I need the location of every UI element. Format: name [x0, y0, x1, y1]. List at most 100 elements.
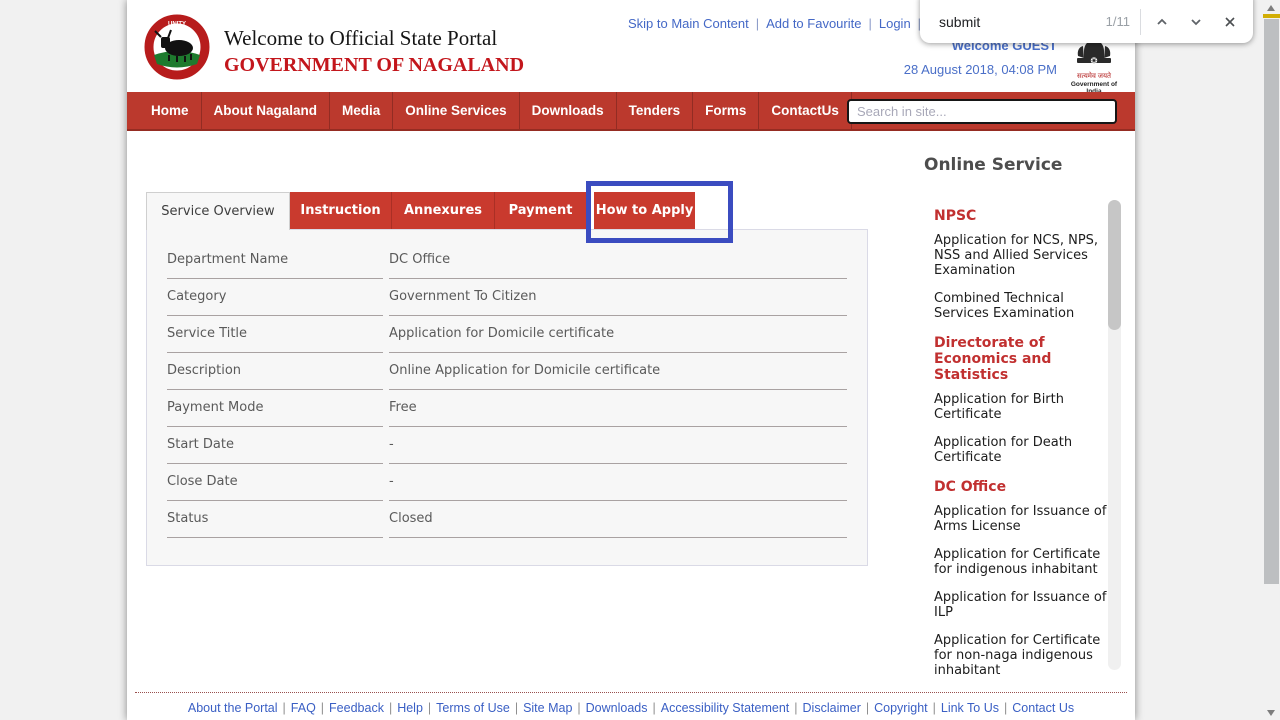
- top-link-login[interactable]: Login: [879, 16, 911, 31]
- top-link-skip-to-main-content[interactable]: Skip to Main Content: [628, 16, 749, 31]
- site-title: Welcome to Official State Portal GOVERNM…: [224, 26, 524, 77]
- table-row: Department NameDC Office: [167, 242, 847, 279]
- nav-items: HomeAbout NagalandMediaOnline ServicesDo…: [139, 92, 852, 129]
- table-row: Service TitleApplication for Domicile ce…: [167, 316, 847, 353]
- footer-link-site-map[interactable]: Site Map: [523, 701, 572, 715]
- portal-page: UNITY Welcome to Official State Portal G…: [127, 0, 1135, 720]
- tab-instruction[interactable]: Instruction: [290, 192, 391, 229]
- sidebar-link-application-for-birth-certificate[interactable]: Application for Birth Certificate: [934, 392, 1112, 422]
- nav-item-tenders[interactable]: Tenders: [617, 92, 694, 129]
- nav-item-forms[interactable]: Forms: [693, 92, 759, 129]
- table-row: Payment ModeFree: [167, 390, 847, 427]
- tab-payment[interactable]: Payment: [494, 192, 586, 229]
- scrollbar-up-arrow-icon[interactable]: [1267, 5, 1275, 11]
- tab-service-overview[interactable]: Service Overview: [146, 192, 290, 230]
- nav-item-online-services[interactable]: Online Services: [393, 92, 519, 129]
- nagaland-emblem-icon: UNITY: [140, 14, 214, 80]
- footer-links: About the Portal | FAQ | Feedback | Help | Terms…: [127, 701, 1135, 715]
- welcome-block: Welcome GUEST 28 August 2018, 04:08 PM: [904, 38, 1057, 77]
- service-overview-panel: Department NameDC OfficeCategoryGovernme…: [146, 229, 868, 566]
- row-label-close-date: Close Date: [167, 464, 383, 501]
- sidebar-scrollbar-thumb[interactable]: [1108, 200, 1121, 330]
- row-value-status: Closed: [389, 501, 847, 538]
- sidebar-link-application-for-certificate-for-indigenous-inhabitant[interactable]: Application for Certificate for indigeno…: [934, 547, 1112, 577]
- separator: |: [653, 701, 656, 715]
- separator: |: [389, 701, 392, 715]
- sidebar-link-application-for-ncs-nps-nss-and-allied-services-examination[interactable]: Application for NCS, NPS, NSS and Allied…: [934, 233, 1112, 278]
- tab-annexures[interactable]: Annexures: [391, 192, 494, 229]
- find-next-button[interactable]: [1179, 5, 1213, 39]
- footer-divider: [135, 692, 1127, 693]
- separator: |: [933, 701, 936, 715]
- nav-item-about-nagaland[interactable]: About Nagaland: [202, 92, 331, 129]
- table-row: DescriptionOnline Application for Domici…: [167, 353, 847, 390]
- separator: |: [321, 701, 324, 715]
- site-title-line2: GOVERNMENT OF NAGALAND: [224, 54, 524, 77]
- separator: |: [868, 16, 871, 31]
- find-previous-button[interactable]: [1145, 5, 1179, 39]
- row-label-service-title: Service Title: [167, 316, 383, 353]
- row-value-close-date: -: [389, 464, 847, 501]
- footer-link-feedback[interactable]: Feedback: [329, 701, 384, 715]
- footer-link-contact-us[interactable]: Contact Us: [1012, 701, 1074, 715]
- nav-item-contactus[interactable]: ContactUs: [759, 92, 852, 129]
- footer-link-terms-of-use[interactable]: Terms of Use: [436, 701, 510, 715]
- footer-link-accessibility-statement[interactable]: Accessibility Statement: [661, 701, 790, 715]
- find-match-count: 1/11: [1106, 14, 1130, 29]
- sidebar-link-combined-technical-services-examination[interactable]: Combined Technical Services Examination: [934, 291, 1112, 321]
- sidebar-title: Online Service: [924, 155, 1062, 175]
- separator: |: [1004, 701, 1007, 715]
- footer-link-copyright[interactable]: Copyright: [874, 701, 928, 715]
- main-navbar: HomeAbout NagalandMediaOnline ServicesDo…: [127, 92, 1135, 131]
- sidebar-scrollbar-track: [1108, 200, 1121, 670]
- table-row: StatusClosed: [167, 501, 847, 538]
- footer-link-link-to-us[interactable]: Link To Us: [941, 701, 999, 715]
- highlight-box: [586, 181, 733, 243]
- sidebar-link-application-for-issuance-of-arms-license[interactable]: Application for Issuance of Arms License: [934, 504, 1112, 534]
- separator: |: [515, 701, 518, 715]
- separator: |: [283, 701, 286, 715]
- close-icon: [1223, 15, 1237, 29]
- service-details-table: Department NameDC OfficeCategoryGovernme…: [167, 242, 847, 538]
- chevron-down-icon: [1189, 15, 1203, 29]
- footer-link-help[interactable]: Help: [397, 701, 423, 715]
- sidebar-link-application-for-certificate-for-non-naga-indigenous-inhabitant[interactable]: Application for Certificate for non-naga…: [934, 633, 1112, 678]
- separator: |: [794, 701, 797, 715]
- footer-link-disclaimer[interactable]: Disclaimer: [803, 701, 861, 715]
- top-link-add-to-favourite[interactable]: Add to Favourite: [766, 16, 861, 31]
- row-label-start-date: Start Date: [167, 427, 383, 464]
- chevron-up-icon: [1155, 15, 1169, 29]
- scrollbar-thumb[interactable]: [1264, 19, 1279, 584]
- footer-link-about-the-portal[interactable]: About the Portal: [188, 701, 278, 715]
- sidebar-link-application-for-death-certificate[interactable]: Application for Death Certificate: [934, 435, 1112, 465]
- footer-link-downloads[interactable]: Downloads: [586, 701, 648, 715]
- find-bar: 1/11: [920, 0, 1253, 43]
- scrollbar-down-arrow-icon[interactable]: [1267, 710, 1275, 716]
- sidebar-section-npsc[interactable]: NPSC: [934, 208, 1112, 224]
- govt-of-india-emblem: सत्यमेव जयते Government of India: [1066, 38, 1122, 95]
- sidebar-link-application-for-issuance-of-ilp[interactable]: Application for Issuance of ILP: [934, 590, 1112, 620]
- table-row: CategoryGovernment To Citizen: [167, 279, 847, 316]
- nav-item-downloads[interactable]: Downloads: [520, 92, 617, 129]
- svg-text:UNITY: UNITY: [168, 22, 186, 28]
- footer-link-faq[interactable]: FAQ: [291, 701, 316, 715]
- row-value-department-name: DC Office: [389, 242, 847, 279]
- nagaland-state-logo[interactable]: UNITY: [140, 14, 214, 85]
- sidebar-section-dc-office[interactable]: DC Office: [934, 479, 1112, 495]
- separator: |: [756, 16, 759, 31]
- row-label-payment-mode: Payment Mode: [167, 390, 383, 427]
- find-bar-divider: [1140, 9, 1141, 35]
- sidebar-section-directorate-of-economics-and-statistics[interactable]: Directorate of Economics and Statistics: [934, 335, 1112, 383]
- row-value-category: Government To Citizen: [389, 279, 847, 316]
- nav-item-media[interactable]: Media: [330, 92, 393, 129]
- find-input[interactable]: [937, 13, 1106, 31]
- online-service-list: NPSC Application for NCS, NPS, NSS and Al…: [934, 203, 1112, 691]
- browser-viewport: UNITY Welcome to Official State Portal G…: [0, 0, 1280, 720]
- search-input[interactable]: [847, 99, 1117, 124]
- nav-item-home[interactable]: Home: [139, 92, 202, 129]
- top-links: Skip to Main Content | Add to Favourite | Lo…: [628, 16, 967, 31]
- row-label-category: Category: [167, 279, 383, 316]
- row-label-department-name: Department Name: [167, 242, 383, 279]
- row-label-description: Description: [167, 353, 383, 390]
- find-close-button[interactable]: [1213, 5, 1247, 39]
